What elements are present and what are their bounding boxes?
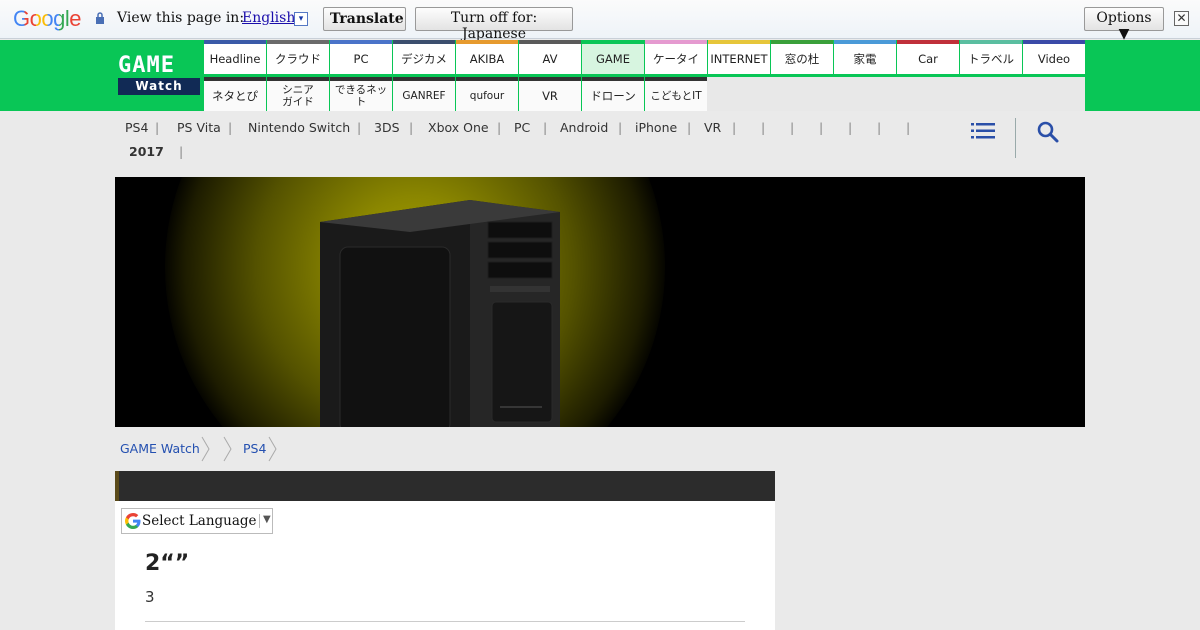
- nav-item-4[interactable]: AKIBA: [456, 40, 518, 74]
- menu-icon[interactable]: [971, 122, 995, 140]
- subnav-separator: |: [155, 120, 160, 135]
- select-language-label: Select Language: [142, 513, 257, 529]
- nav-subitem-1[interactable]: シニア ガイド: [267, 77, 329, 111]
- breadcrumb-ps4[interactable]: PS4: [243, 441, 266, 456]
- category-subnav: 2017 | PS4 | PS Vita | Nintendo Switch | 3DS | X…: [115, 112, 1085, 168]
- nav-item-13[interactable]: Video: [1023, 40, 1085, 74]
- subnav-item-7[interactable]: iPhone: [635, 120, 677, 135]
- subnav-separator: |: [618, 120, 623, 135]
- nav-item-10[interactable]: 家電: [834, 40, 896, 74]
- subnav-separator: |: [790, 120, 795, 135]
- nav-subitem-7[interactable]: こどもとIT: [645, 77, 707, 111]
- nav-subitem-3[interactable]: GANREF: [393, 77, 455, 111]
- hero-banner[interactable]: [115, 177, 1085, 427]
- nav-item-2[interactable]: PC: [330, 40, 392, 74]
- chevron-down-icon: ▼: [263, 514, 271, 525]
- close-icon[interactable]: ✕: [1174, 11, 1189, 26]
- subnav-separator: |: [179, 144, 184, 159]
- google-g-icon: [125, 513, 141, 529]
- pc-tower-image: [320, 200, 560, 427]
- language-dropdown-icon[interactable]: ▾: [294, 12, 308, 26]
- subnav-separator: |: [732, 120, 737, 135]
- nav-item-5[interactable]: AV: [519, 40, 581, 74]
- subnav-separator: |: [409, 120, 414, 135]
- subnav-item-6[interactable]: Android: [560, 120, 608, 135]
- subnav-separator: |: [877, 120, 882, 135]
- subnav-item-8[interactable]: VR: [704, 120, 721, 135]
- google-logo: Google: [13, 6, 81, 32]
- translate-button[interactable]: Translate: [323, 7, 406, 31]
- chevron-right-icon: [201, 436, 210, 462]
- nav-item-7[interactable]: ケータイ: [645, 40, 707, 74]
- subnav-item-2[interactable]: Nintendo Switch: [248, 120, 350, 135]
- nav-item-6[interactable]: GAME: [582, 40, 644, 74]
- article-title: 2“”: [145, 551, 190, 576]
- subnav-separator: |: [848, 120, 853, 135]
- select-divider: [259, 514, 260, 528]
- logo-game-text: GAME: [118, 53, 175, 78]
- article-card: Select Language ▼ 2“” 3: [115, 471, 775, 630]
- nav-item-11[interactable]: Car: [897, 40, 959, 74]
- subnav-separator: |: [228, 120, 233, 135]
- subnav-separator: |: [687, 120, 692, 135]
- chevron-right-icon: [223, 436, 232, 462]
- options-button[interactable]: Options ▼: [1084, 7, 1164, 42]
- subnav-separator: |: [819, 120, 824, 135]
- subnav-item-3[interactable]: 3DS: [374, 120, 400, 135]
- subnav-separator: |: [497, 120, 502, 135]
- nav-item-1[interactable]: クラウド: [267, 40, 329, 74]
- nav-item-8[interactable]: INTERNET: [708, 40, 770, 74]
- nav-subitem-0[interactable]: ネタとぴ: [204, 77, 266, 111]
- nav-subitem-2[interactable]: できるネット: [330, 77, 392, 111]
- subnav-item-5[interactable]: PC: [514, 120, 530, 135]
- subnav-item-4[interactable]: Xbox One: [428, 120, 489, 135]
- language-link[interactable]: English: [242, 10, 295, 26]
- subnav-separator: |: [543, 120, 548, 135]
- breadcrumb-home[interactable]: GAME Watch: [120, 441, 200, 456]
- logo-watch-text: Watch: [118, 78, 200, 95]
- select-language-dropdown[interactable]: Select Language ▼: [121, 508, 273, 534]
- subnav-item-0[interactable]: PS4: [125, 120, 148, 135]
- nav-subitem-4[interactable]: qufour: [456, 77, 518, 111]
- nav-subitem-5[interactable]: VR: [519, 77, 581, 111]
- article-subtitle: 3: [145, 588, 155, 606]
- subnav-separator: |: [357, 120, 362, 135]
- google-logo-text: Google: [13, 6, 81, 31]
- search-icon[interactable]: [1036, 120, 1060, 144]
- view-page-label: View this page in:: [117, 10, 245, 26]
- subnav-divider: [1015, 118, 1016, 158]
- lock-icon: [96, 12, 104, 24]
- nav-item-9[interactable]: 窓の杜: [771, 40, 833, 74]
- subnav-year[interactable]: 2017: [129, 144, 164, 159]
- nav-item-12[interactable]: トラベル: [960, 40, 1022, 74]
- turn-off-button[interactable]: Turn off for: Japanese: [415, 7, 573, 42]
- chevron-right-icon: [268, 436, 277, 462]
- site-logo[interactable]: GAME Watch: [118, 54, 200, 96]
- site-nav: Headline クラウド PC デジカメ AKIBA AV GAME ケータイ INTERNE…: [204, 40, 1085, 111]
- subnav-separator: |: [761, 120, 766, 135]
- subnav-separator: |: [906, 120, 911, 135]
- article-header-bar: [115, 471, 775, 501]
- nav-subitem-6[interactable]: ドローン: [582, 77, 644, 111]
- article-divider: [145, 621, 745, 622]
- translate-bar: Google View this page in: English ▾ Tran…: [0, 0, 1200, 42]
- subnav-item-1[interactable]: PS Vita: [177, 120, 221, 135]
- nav-item-0[interactable]: Headline: [204, 40, 266, 74]
- nav-item-3[interactable]: デジカメ: [393, 40, 455, 74]
